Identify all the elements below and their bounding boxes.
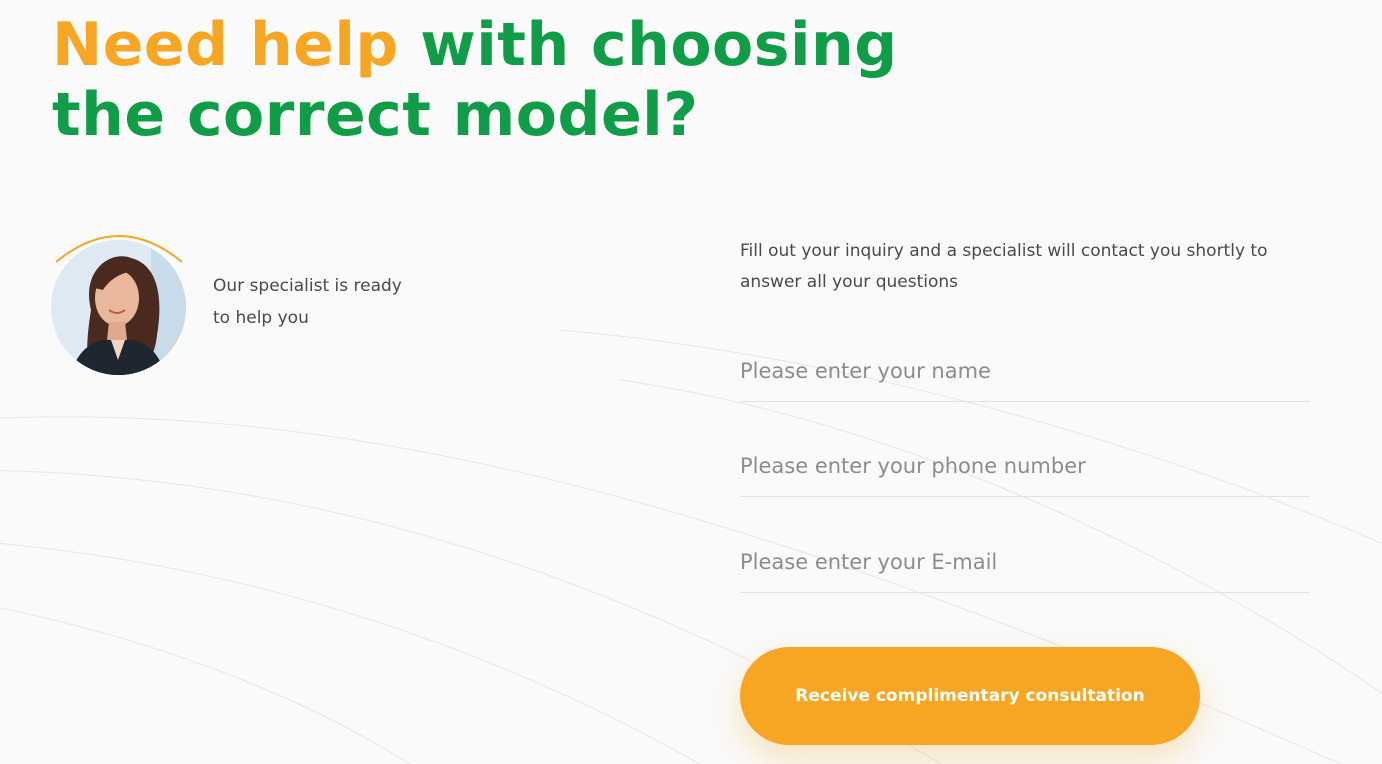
specialist-caption-line2: to help you	[213, 308, 309, 328]
email-input[interactable]	[740, 532, 1310, 593]
phone-input[interactable]	[740, 436, 1310, 497]
page-title-line2: the correct model?	[52, 80, 699, 150]
consultation-form: Fill out your inquiry and a specialist w…	[740, 236, 1310, 745]
decorative-arc	[55, 235, 183, 263]
receive-consultation-button[interactable]: Receive complimentary consultation	[740, 647, 1200, 745]
page-title-accent: Need help	[52, 10, 399, 80]
page-title-line1: with choosing	[398, 10, 898, 80]
specialist-caption-line1: Our specialist is ready	[213, 276, 402, 296]
page-title: Need help with choosing the correct mode…	[52, 10, 898, 150]
name-input[interactable]	[740, 341, 1310, 402]
specialist-card: Our specialist is ready to help you	[50, 228, 470, 378]
specialist-avatar-wrap	[50, 228, 188, 376]
form-intro: Fill out your inquiry and a specialist w…	[740, 241, 1268, 292]
specialist-caption: Our specialist is ready to help you	[213, 270, 453, 334]
